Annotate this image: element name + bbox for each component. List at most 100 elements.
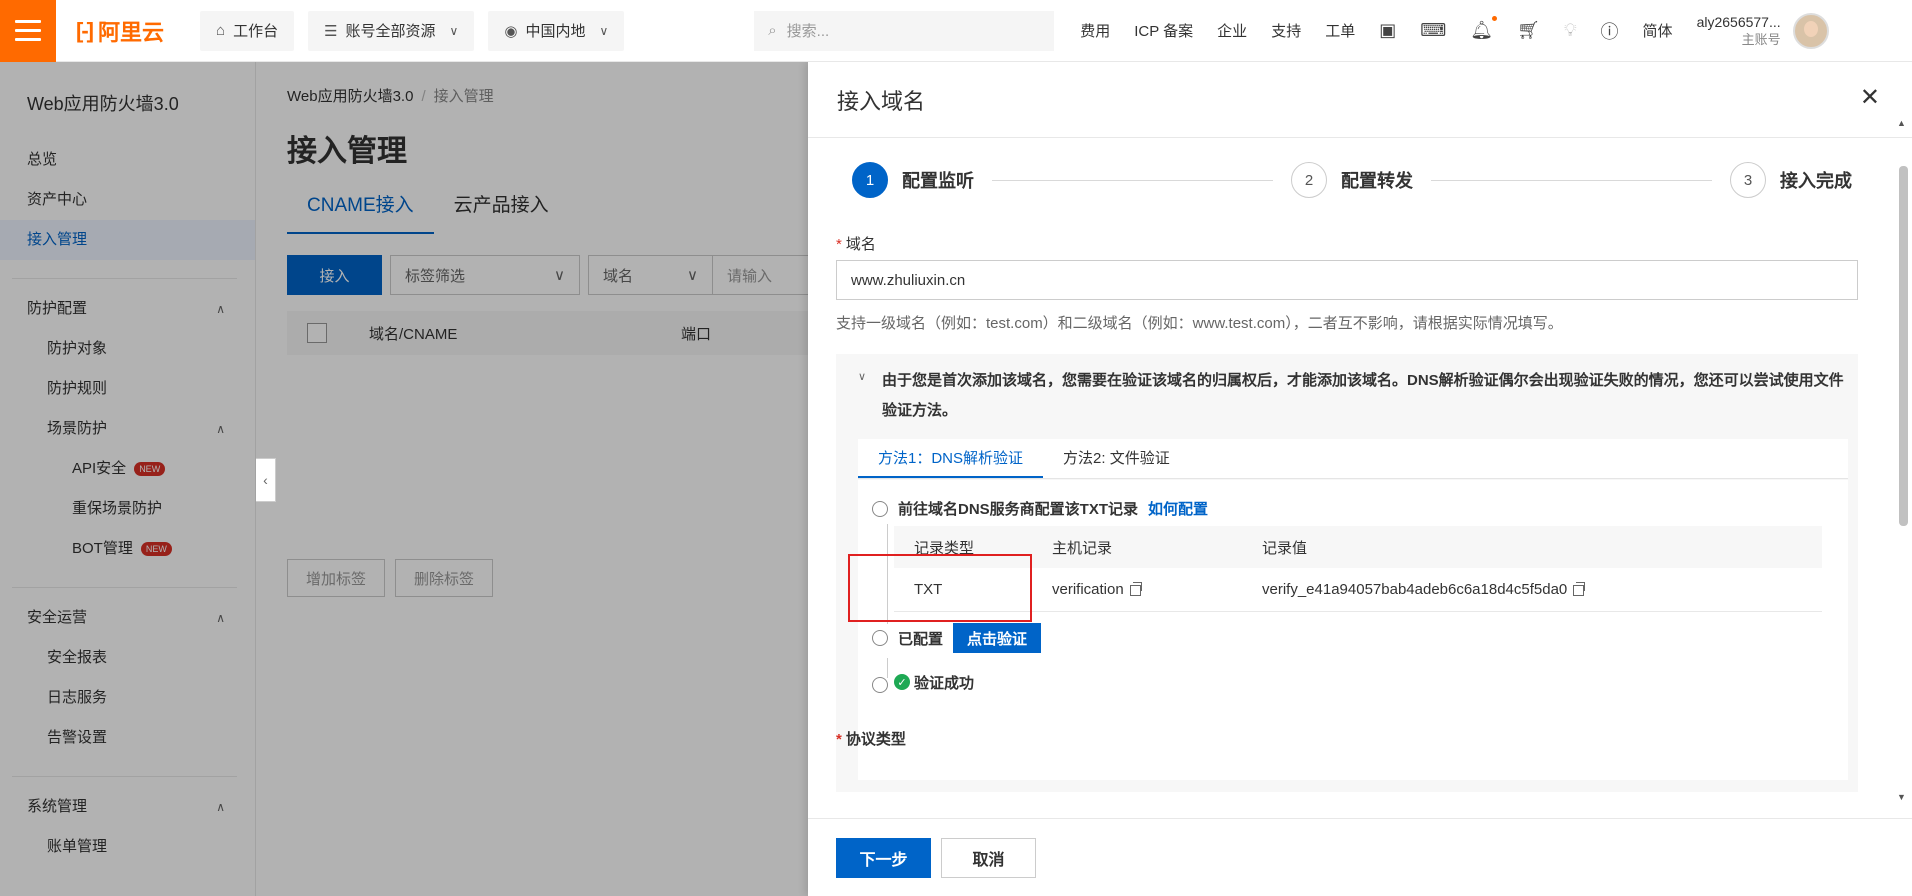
scroll-up-icon[interactable]: ▲ <box>1897 118 1906 128</box>
top-navigation: [-] 阿里云 ⌂ 工作台 ☰ 账号全部资源 ∨ ◉ 中国内地 ∨ ⌕ 搜索..… <box>0 0 1912 62</box>
top-link-support[interactable]: 支持 <box>1271 20 1301 41</box>
verify-button[interactable]: 点击验证 <box>953 623 1042 653</box>
step-connector <box>992 179 1273 181</box>
protocol-type-label: * 协议类型 <box>836 728 906 749</box>
resources-dropdown[interactable]: ☰ 账号全部资源 ∨ <box>308 10 475 51</box>
aliyun-logo[interactable]: [-] 阿里云 <box>76 15 186 47</box>
region-label: 中国内地 <box>525 23 586 40</box>
step-2-label: 配置转发 <box>1341 171 1413 191</box>
step-configure-txt: 前往域名DNS服务商配置该TXT记录 如何配置 <box>872 498 1208 519</box>
top-link-enterprise[interactable]: 企业 <box>1217 20 1247 41</box>
step-connector-line <box>887 658 888 678</box>
domain-label-text: 域名 <box>845 236 876 253</box>
top-link-ticket[interactable]: 工单 <box>1325 20 1355 41</box>
user-role: 主账号 <box>1741 31 1781 47</box>
workbench-label: 工作台 <box>233 23 279 40</box>
step-connector <box>1431 179 1712 181</box>
top-links: 费用 ICP 备案 企业 支持 工单 ▣ ⌨ 🔔︎ 🛒︎ 💡︎ ⓘ 简体 <box>1080 16 1673 44</box>
app-icon[interactable]: ▣ <box>1379 20 1396 41</box>
required-mark: * <box>836 731 842 748</box>
collapse-sidebar-handle[interactable]: ‹ <box>256 458 276 502</box>
resources-label: 账号全部资源 <box>345 23 436 40</box>
home-icon: ⌂ <box>216 22 226 39</box>
chevron-down-icon: ∨ <box>599 23 609 38</box>
step-1-label: 配置监听 <box>902 171 974 191</box>
modal-mask[interactable] <box>0 62 808 896</box>
step-3-label: 接入完成 <box>1780 171 1852 191</box>
domain-field[interactable]: www.zhuliuxin.cn <box>836 260 1858 300</box>
tab-dns-verification[interactable]: 方法1：DNS解析验证 <box>858 439 1044 478</box>
logo-mark-icon: [-] <box>76 17 94 43</box>
txt-record-table: 记录类型 主机记录 记录值 TXT verification verify_e4… <box>894 526 1822 612</box>
location-icon: ◉ <box>504 22 518 40</box>
configure-txt-text: 前往域名DNS服务商配置该TXT记录 <box>898 501 1139 518</box>
terminal-icon[interactable]: ⌨ <box>1420 20 1446 41</box>
record-host: verification <box>1052 581 1262 598</box>
column-header-value: 记录值 <box>1262 539 1308 557</box>
tab-file-verification[interactable]: 方法2: 文件验证 <box>1043 439 1190 478</box>
copy-icon[interactable] <box>1129 581 1142 596</box>
drawer-footer: 下一步 取消 <box>808 818 1912 896</box>
close-icon[interactable]: ✕ <box>1860 86 1880 110</box>
avatar[interactable] <box>1792 12 1829 49</box>
configured-text: 已配置 <box>898 630 944 648</box>
region-dropdown[interactable]: ◉ 中国内地 ∨ <box>488 10 625 51</box>
search-icon: ⌕ <box>768 22 777 39</box>
scroll-down-icon[interactable]: ▼ <box>1897 792 1906 802</box>
record-value-text: verify_e41a94057bab4adeb6c6a18d4c5f5da0 <box>1262 581 1568 598</box>
table-row: TXT verification verify_e41a94057bab4ade… <box>894 568 1822 612</box>
bell-icon[interactable]: 🔔︎ <box>1470 16 1498 41</box>
step-3-number: 3 <box>1730 162 1766 198</box>
list-icon: ☰ <box>324 22 338 40</box>
step-2-number: 2 <box>1291 162 1327 198</box>
top-link-fees[interactable]: 费用 <box>1080 20 1110 41</box>
how-to-configure-link[interactable]: 如何配置 <box>1148 498 1208 519</box>
top-link-icp[interactable]: ICP 备案 <box>1134 20 1193 41</box>
drawer-scrollbar[interactable]: ▲ ▼ <box>1897 62 1909 818</box>
required-mark: * <box>836 236 842 253</box>
domain-field-label: * 域名 <box>836 233 876 254</box>
protocol-type-text: 协议类型 <box>845 731 906 748</box>
column-header-host: 主机记录 <box>1052 539 1113 557</box>
search-input[interactable]: ⌕ 搜索... <box>754 10 1055 51</box>
user-info[interactable]: aly2656577... 主账号 <box>1697 13 1781 49</box>
verification-method-tabs: 方法1：DNS解析验证 方法2: 文件验证 <box>858 439 1848 479</box>
domain-value: www.zhuliuxin.cn <box>851 271 966 289</box>
record-value: verify_e41a94057bab4adeb6c6a18d4c5f5da0 <box>1262 581 1822 598</box>
help-icon[interactable]: ⓘ <box>1601 18 1619 44</box>
radio-configure-txt[interactable] <box>872 500 888 517</box>
bulb-icon[interactable]: 💡︎ <box>1564 20 1577 41</box>
record-table-header: 记录类型 主机记录 记录值 <box>894 526 1822 568</box>
check-circle-icon: ✓ <box>894 674 910 690</box>
user-name: aly2656577... <box>1696 13 1781 30</box>
next-step-button[interactable]: 下一步 <box>836 837 931 878</box>
step-1-number: 1 <box>852 162 888 198</box>
cancel-button[interactable]: 取消 <box>941 837 1036 878</box>
scroll-thumb[interactable] <box>1899 166 1908 526</box>
step-configured: 已配置 点击验证 <box>872 623 1042 653</box>
step-verify-success: ✓ 验证成功 <box>872 674 974 693</box>
domain-hint: 支持一级域名（例如：test.com）和二级域名（例如：www.test.com… <box>836 315 1563 332</box>
search-placeholder: 搜索... <box>786 23 830 40</box>
access-domain-drawer: 接入域名 ✕ 1 配置监听 2 配置转发 3 接入完成 * 域名 www.zhul… <box>808 62 1912 896</box>
copy-icon[interactable] <box>1573 581 1586 596</box>
cart-icon[interactable]: 🛒︎ <box>1517 20 1540 41</box>
drawer-title: 接入域名 <box>837 88 926 114</box>
record-host-text: verification <box>1052 581 1124 598</box>
menu-icon[interactable] <box>0 0 56 62</box>
drawer-header: 接入域名 ✕ <box>808 62 1912 138</box>
stepper: 1 配置监听 2 配置转发 3 接入完成 <box>852 160 1852 200</box>
logo-text: 阿里云 <box>97 19 164 45</box>
radio-verify-success[interactable] <box>872 677 888 693</box>
drawer-body: 1 配置监听 2 配置转发 3 接入完成 * 域名 www.zhuliuxin.c… <box>808 138 1912 818</box>
verification-notice: 由于您是首次添加该域名，您需要在验证该域名的归属权后，才能添加该域名。DNS解析… <box>882 372 1844 419</box>
success-text: 验证成功 <box>914 674 975 692</box>
notification-dot <box>1492 16 1498 21</box>
radio-configured[interactable] <box>872 630 888 646</box>
dns-verification-body: 前往域名DNS服务商配置该TXT记录 如何配置 记录类型 主机记录 记录值 TX… <box>858 480 1848 780</box>
chevron-left-icon: ‹ <box>263 472 268 488</box>
chevron-down-icon: ∨ <box>449 23 459 38</box>
workbench-button[interactable]: ⌂ 工作台 <box>200 10 295 51</box>
highlight-annotation-box <box>848 554 1032 622</box>
language-switch[interactable]: 简体 <box>1643 20 1673 41</box>
